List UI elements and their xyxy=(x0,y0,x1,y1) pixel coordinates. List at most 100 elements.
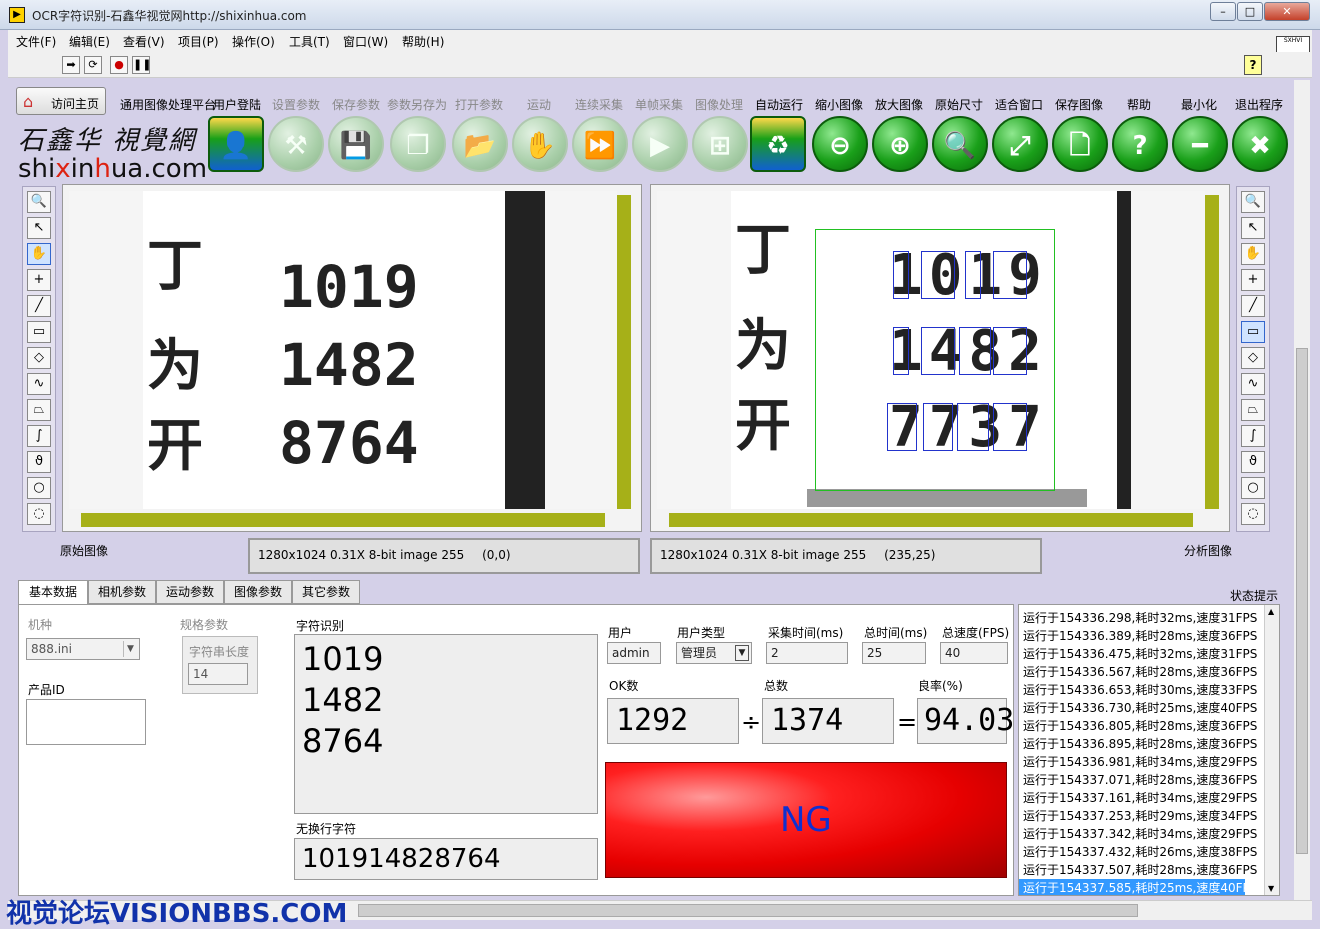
minimize-app-button[interactable]: ━ xyxy=(1172,116,1228,172)
log-item[interactable]: 运行于154337.071,耗时28ms,速度36FPS xyxy=(1019,771,1279,789)
tab-image-params[interactable]: 图像参数 xyxy=(224,580,292,604)
log-item[interactable]: 运行于154336.730,耗时25ms,速度40FPS xyxy=(1019,699,1279,717)
tab-basic-data[interactable]: 基本数据 xyxy=(18,580,88,606)
auto-run-button[interactable]: ♻ xyxy=(750,116,806,172)
menu-operate[interactable]: 操作(O) xyxy=(232,33,275,50)
run-continuous-icon[interactable]: ⟳ xyxy=(84,56,102,74)
vertical-scrollbar[interactable] xyxy=(1205,195,1219,509)
polygon-tool-icon[interactable]: ⏢ xyxy=(1241,399,1265,421)
scroll-down-icon[interactable]: ▼ xyxy=(1268,884,1274,893)
save-image-button[interactable]: 🗋 xyxy=(1052,116,1108,172)
freeline-tool-icon[interactable]: ∫ xyxy=(1241,425,1265,447)
point-tool-icon[interactable]: + xyxy=(1241,269,1265,291)
scroll-up-icon[interactable]: ▲ xyxy=(1268,607,1274,616)
pointer-tool-icon[interactable]: ↖ xyxy=(27,217,51,239)
scroll-thumb[interactable] xyxy=(1296,348,1308,854)
tab-camera-params[interactable]: 相机参数 xyxy=(88,580,156,604)
user-field[interactable]: admin xyxy=(607,642,661,664)
rectangle-tool-icon[interactable]: ▭ xyxy=(1241,321,1265,343)
user-type-select[interactable]: 管理员 ▼ xyxy=(676,642,752,664)
line-tool-icon[interactable]: ╱ xyxy=(1241,295,1265,317)
menu-help[interactable]: 帮助(H) xyxy=(402,33,444,50)
zoom-in-button[interactable]: ⊕ xyxy=(872,116,928,172)
settings-button[interactable]: ⚒ xyxy=(268,116,324,172)
menu-file[interactable]: 文件(F) xyxy=(16,33,56,50)
annulus-tool-icon[interactable]: ◌ xyxy=(1241,503,1265,525)
motion-button[interactable]: ✋ xyxy=(512,116,568,172)
maximize-window-button[interactable]: □ xyxy=(1237,2,1263,21)
pan-tool-icon[interactable]: ✋ xyxy=(27,243,51,265)
rectangle-tool-icon[interactable]: ▭ xyxy=(27,321,51,343)
zoom-out-button[interactable]: ⊖ xyxy=(812,116,868,172)
menu-edit[interactable]: 编辑(E) xyxy=(69,33,110,50)
user-login-button[interactable]: 👤 xyxy=(208,116,264,172)
polyline-tool-icon[interactable]: ∿ xyxy=(27,373,51,395)
vertical-scrollbar[interactable] xyxy=(617,195,631,509)
save-as-button[interactable]: ❐ xyxy=(390,116,446,172)
log-item[interactable]: 运行于154336.389,耗时28ms,速度36FPS xyxy=(1019,627,1279,645)
polygon-tool-icon[interactable]: ⏢ xyxy=(27,399,51,421)
zoom-tool-icon[interactable]: 🔍 xyxy=(27,191,51,213)
save-params-button[interactable]: 💾 xyxy=(328,116,384,172)
zoom-tool-icon[interactable]: 🔍 xyxy=(1241,191,1265,213)
menu-project[interactable]: 项目(P) xyxy=(178,33,219,50)
polyline-tool-icon[interactable]: ∿ xyxy=(1241,373,1265,395)
log-item[interactable]: 运行于154337.253,耗时29ms,速度34FPS xyxy=(1019,807,1279,825)
log-item[interactable]: 运行于154336.567,耗时28ms,速度36FPS xyxy=(1019,663,1279,681)
log-item[interactable]: 运行于154337.432,耗时26ms,速度38FPS xyxy=(1019,843,1279,861)
log-item[interactable]: 运行于154336.298,耗时32ms,速度31FPS xyxy=(1019,609,1279,627)
freehand-tool-icon[interactable]: ϑ xyxy=(1241,451,1265,473)
freeline-tool-icon[interactable]: ∫ xyxy=(27,425,51,447)
help-button[interactable]: ? xyxy=(1112,116,1168,172)
analysis-image-display[interactable]: 丁 为 开 1019 1482 7737 xyxy=(650,184,1230,532)
rotated-rect-tool-icon[interactable]: ◇ xyxy=(1241,347,1265,369)
oval-tool-icon[interactable]: ○ xyxy=(1241,477,1265,499)
original-image-display[interactable]: 丁 为 开 1019 1482 8764 xyxy=(62,184,642,532)
oval-tool-icon[interactable]: ○ xyxy=(27,477,51,499)
image-process-button[interactable]: ⊞ xyxy=(692,116,748,172)
point-tool-icon[interactable]: + xyxy=(27,269,51,291)
horizontal-scrollbar[interactable] xyxy=(669,513,1193,527)
log-scrollbar[interactable]: ▲ ▼ xyxy=(1264,605,1279,895)
log-item[interactable]: 运行于154336.805,耗时28ms,速度36FPS xyxy=(1019,717,1279,735)
tab-motion-params[interactable]: 运动参数 xyxy=(156,580,224,604)
menu-window[interactable]: 窗口(W) xyxy=(343,33,388,50)
home-button[interactable]: ⌂ 访问主页 xyxy=(16,87,106,115)
menu-tools[interactable]: 工具(T) xyxy=(289,33,330,50)
product-id-field[interactable] xyxy=(26,699,146,745)
window-vertical-scrollbar[interactable] xyxy=(1294,80,1310,900)
log-item-selected[interactable]: 运行于154337.585,耗时25ms,速度40FPS xyxy=(1019,879,1257,895)
line-tool-icon[interactable]: ╱ xyxy=(27,295,51,317)
annulus-tool-icon[interactable]: ◌ xyxy=(27,503,51,525)
scroll-thumb[interactable] xyxy=(358,904,1138,917)
log-item[interactable]: 运行于154336.895,耗时28ms,速度36FPS xyxy=(1019,735,1279,753)
rotated-rect-tool-icon[interactable]: ◇ xyxy=(27,347,51,369)
continuous-capture-button[interactable]: ⏩ xyxy=(572,116,628,172)
string-length-field[interactable]: 14 xyxy=(188,663,248,685)
pan-tool-icon[interactable]: ✋ xyxy=(1241,243,1265,265)
original-size-button[interactable]: 🔍 xyxy=(932,116,988,172)
close-window-button[interactable]: ✕ xyxy=(1264,2,1310,21)
log-item[interactable]: 运行于154336.981,耗时34ms,速度29FPS xyxy=(1019,753,1279,771)
pointer-tool-icon[interactable]: ↖ xyxy=(1241,217,1265,239)
run-arrow-icon[interactable]: ➡ xyxy=(62,56,80,74)
log-item[interactable]: 运行于154337.161,耗时34ms,速度29FPS xyxy=(1019,789,1279,807)
pause-icon[interactable]: ❚❚ xyxy=(132,56,151,74)
log-item[interactable]: 运行于154337.507,耗时28ms,速度36FPS xyxy=(1019,861,1279,879)
log-item[interactable]: 运行于154336.475,耗时32ms,速度31FPS xyxy=(1019,645,1279,663)
fit-window-button[interactable]: ⤢ xyxy=(992,116,1048,172)
model-select[interactable]: 888.ini ▼ xyxy=(26,638,140,660)
single-capture-button[interactable]: ▶ xyxy=(632,116,688,172)
tab-other-params[interactable]: 其它参数 xyxy=(292,580,360,604)
context-help-icon[interactable]: ? xyxy=(1244,55,1262,75)
menu-view[interactable]: 查看(V) xyxy=(123,33,165,50)
log-item[interactable]: 运行于154336.653,耗时30ms,速度33FPS xyxy=(1019,681,1279,699)
minimize-window-button[interactable]: – xyxy=(1210,2,1236,21)
horizontal-scrollbar[interactable] xyxy=(81,513,605,527)
freehand-tool-icon[interactable]: ϑ xyxy=(27,451,51,473)
log-item[interactable]: 运行于154337.342,耗时34ms,速度29FPS xyxy=(1019,825,1279,843)
open-params-button[interactable]: 📂 xyxy=(452,116,508,172)
exit-button[interactable]: ✖ xyxy=(1232,116,1288,172)
abort-icon[interactable]: ● xyxy=(110,56,128,74)
status-log-list[interactable]: 运行于154336.298,耗时32ms,速度31FPS 运行于154336.3… xyxy=(1018,604,1280,896)
